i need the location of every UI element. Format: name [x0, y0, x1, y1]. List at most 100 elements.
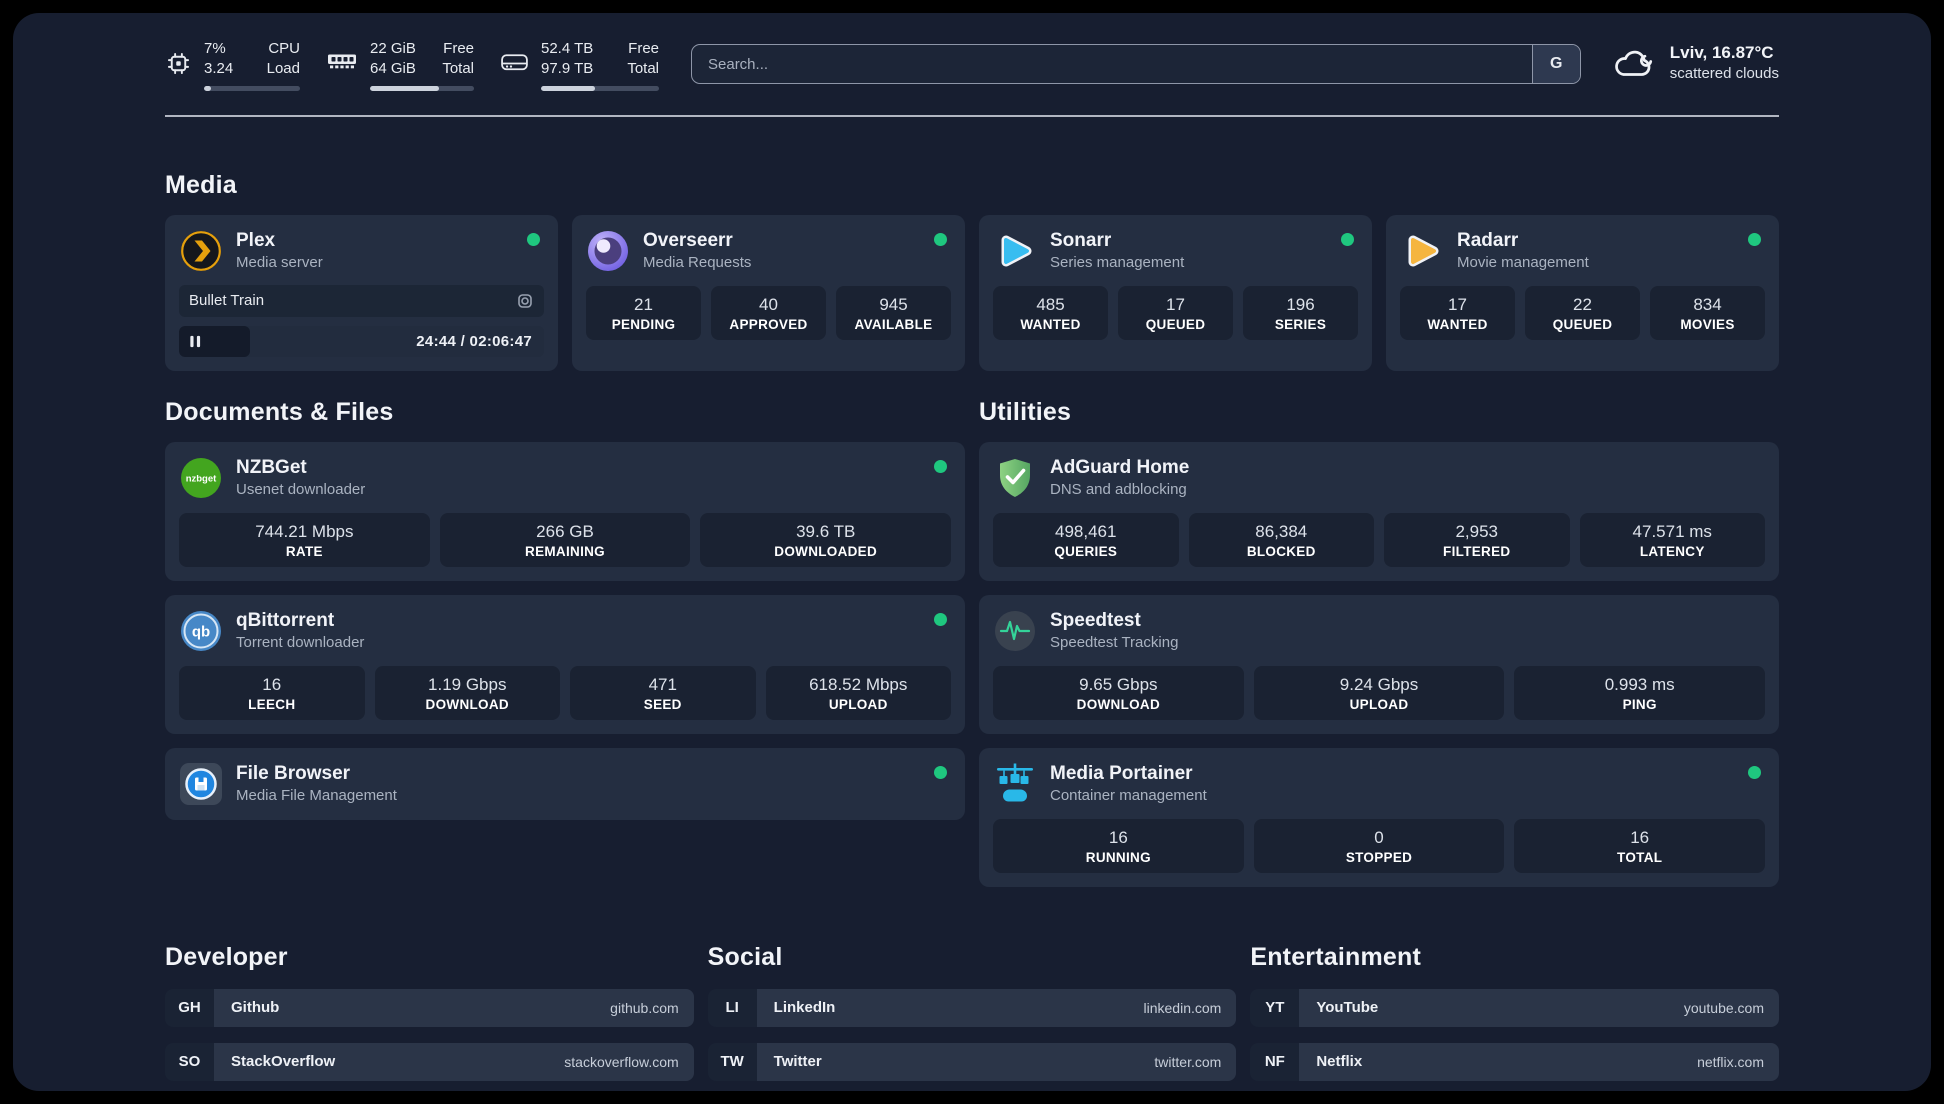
- search-bar: G: [691, 44, 1581, 84]
- stat-box: 21 PENDING: [586, 285, 701, 340]
- now-playing-bar: Bullet Train: [179, 284, 544, 317]
- app-card-plex[interactable]: Plex Media server Bullet Train 24:44 / 0…: [165, 214, 558, 371]
- app-name: Plex: [236, 229, 276, 251]
- memory-monitor: 22 GiB 64 GiB Free Total: [326, 39, 474, 91]
- qbittorrent-icon: qb: [179, 609, 223, 653]
- weather-condition: scattered clouds: [1669, 65, 1779, 82]
- stat-box: 17 WANTED: [1400, 285, 1515, 340]
- link-name: Github: [231, 999, 280, 1016]
- memory-total-value: 64 GiB: [370, 60, 416, 78]
- link-url: twitter.com: [1154, 1053, 1222, 1070]
- stat-box: 744.21 Mbps RATE: [179, 512, 430, 567]
- cpu-usage-value: 7%: [204, 40, 226, 57]
- app-card-sonarr[interactable]: Sonarr Series management 485 WANTED 17 QUE…: [979, 214, 1372, 371]
- playback-time: 24:44 / 02:06:47: [416, 332, 532, 350]
- stat-box: 16 RUNNING: [993, 818, 1244, 873]
- stat-box: 22 QUEUED: [1525, 285, 1640, 340]
- adguard-icon: [993, 456, 1037, 500]
- stat-box: 9.65 Gbps DOWNLOAD: [993, 665, 1244, 720]
- stat-box: 39.6 TB DOWNLOADED: [700, 512, 952, 567]
- app-card-qbittorrent[interactable]: qb qBittorrent Torrent downloader 16 LEEC…: [165, 594, 965, 734]
- link-stackoverflow[interactable]: SO StackOverflow stackoverflow.com: [165, 1042, 694, 1081]
- stat-box: 196 SERIES: [1243, 285, 1358, 340]
- link-abbr-badge: TW: [707, 1042, 757, 1081]
- link-name: Netflix: [1316, 1053, 1363, 1070]
- app-card-adguard[interactable]: AdGuard Home DNS and adblocking 498,461 Q…: [979, 441, 1779, 581]
- filebrowser-icon: [179, 762, 223, 806]
- link-abbr-badge: SO: [165, 1042, 214, 1081]
- cpu-progress-bar: [204, 85, 300, 91]
- link-url: linkedin.com: [1143, 999, 1222, 1016]
- section-title-entertainment: Entertainment: [1250, 942, 1422, 971]
- memory-progress-bar: [370, 85, 474, 91]
- speedtest-icon: [993, 609, 1037, 653]
- app-description: Series management: [1050, 254, 1185, 272]
- memory-total-label: Total: [442, 60, 474, 78]
- app-name: Radarr: [1457, 229, 1519, 251]
- cpu-icon: [165, 50, 192, 91]
- app-description: Container management: [1050, 787, 1207, 805]
- status-dot: [1748, 765, 1761, 779]
- link-url: github.com: [610, 999, 679, 1016]
- link-github[interactable]: GH Github github.com: [165, 988, 694, 1027]
- storage-free-value: 52.4 TB: [541, 40, 594, 57]
- status-dot: [934, 232, 947, 246]
- overseerr-icon: [586, 229, 630, 273]
- search-engine-button[interactable]: G: [1531, 45, 1580, 83]
- storage-monitor: 52.4 TB 97.9 TB Free Total: [500, 39, 659, 91]
- section-entertainment: Entertainment YT YouTube youtube.com NF …: [1250, 943, 1779, 1092]
- link-youtube[interactable]: YT YouTube youtube.com: [1250, 988, 1779, 1027]
- playback-progress-bar: 24:44 / 02:06:47: [179, 325, 544, 357]
- link-name: YouTube: [1316, 999, 1379, 1016]
- stat-box: 618.52 Mbps UPLOAD: [765, 665, 951, 720]
- top-bar: 7% 3.24 CPU Load 22 GiB 64 GiB Free Tota…: [165, 39, 1779, 91]
- stat-box: 266 GB REMAINING: [439, 512, 691, 567]
- status-dot: [1341, 232, 1354, 246]
- app-card-radarr[interactable]: Radarr Movie management 17 WANTED 22 QUEUE…: [1386, 214, 1779, 371]
- link-abbr-badge: YT: [1250, 988, 1300, 1027]
- system-monitors: 7% 3.24 CPU Load 22 GiB 64 GiB Free Tota…: [165, 39, 659, 91]
- link-url: stackoverflow.com: [564, 1053, 679, 1070]
- status-dot: [934, 765, 947, 779]
- plex-icon: [179, 229, 223, 273]
- memory-free-label: Free: [443, 40, 474, 57]
- status-dot: [934, 459, 947, 473]
- app-name: NZBGet: [236, 456, 307, 478]
- app-card-speedtest[interactable]: Speedtest Speedtest Tracking 9.65 Gbps DO…: [979, 594, 1779, 734]
- link-name: StackOverflow: [231, 1053, 336, 1070]
- app-card-filebrowser[interactable]: File Browser Media File Management: [165, 747, 965, 820]
- app-card-portainer[interactable]: Media Portainer Container management 16 R…: [979, 747, 1779, 887]
- now-playing-title: Bullet Train: [189, 292, 265, 309]
- svg-text:nzbget: nzbget: [186, 473, 217, 484]
- link-abbr-badge: GH: [165, 988, 214, 1027]
- stat-box: 16 TOTAL: [1514, 818, 1766, 873]
- link-linkedin[interactable]: LI LinkedIn linkedin.com: [707, 988, 1237, 1027]
- stat-box: 485 WANTED: [993, 285, 1108, 340]
- header-divider: [165, 114, 1779, 117]
- app-card-nzbget[interactable]: nzbget NZBGet Usenet downloader 744.21 M…: [165, 441, 965, 581]
- stat-box: 9.24 Gbps UPLOAD: [1253, 665, 1505, 720]
- search-input[interactable]: [692, 45, 1532, 83]
- app-name: Speedtest: [1050, 609, 1141, 631]
- memory-free-value: 22 GiB: [370, 40, 416, 57]
- section-title-documents: Documents & Files: [165, 397, 394, 426]
- link-url: netflix.com: [1697, 1053, 1764, 1070]
- session-settings-icon[interactable]: [516, 292, 534, 310]
- status-dot: [527, 232, 540, 246]
- link-twitter[interactable]: TW Twitter twitter.com: [707, 1042, 1237, 1081]
- app-card-overseerr[interactable]: Overseerr Media Requests 21 PENDING 40 APP…: [572, 214, 965, 371]
- stat-box: 945 AVAILABLE: [836, 285, 951, 340]
- section-social: Social LI LinkedIn linkedin.com TW Twitt…: [707, 943, 1237, 1092]
- section-developer: Developer GH Github github.com SO StackO…: [165, 943, 694, 1092]
- pause-icon: [189, 334, 202, 349]
- section-documents: Documents & Files nzbget NZBGet Usenet d…: [165, 398, 965, 901]
- link-abbr-badge: NF: [1250, 1042, 1300, 1081]
- stat-box: 0.993 ms PING: [1514, 665, 1766, 720]
- weather-widget[interactable]: Lviv, 16.87°C scattered clouds: [1611, 43, 1779, 82]
- radarr-icon: [1400, 229, 1444, 273]
- link-netflix[interactable]: NF Netflix netflix.com: [1250, 1042, 1779, 1081]
- cpu-load-value: 3.24: [204, 60, 234, 78]
- status-dot: [934, 612, 947, 626]
- app-description: Media Requests: [643, 254, 752, 272]
- stat-box: 1.19 Gbps DOWNLOAD: [374, 665, 560, 720]
